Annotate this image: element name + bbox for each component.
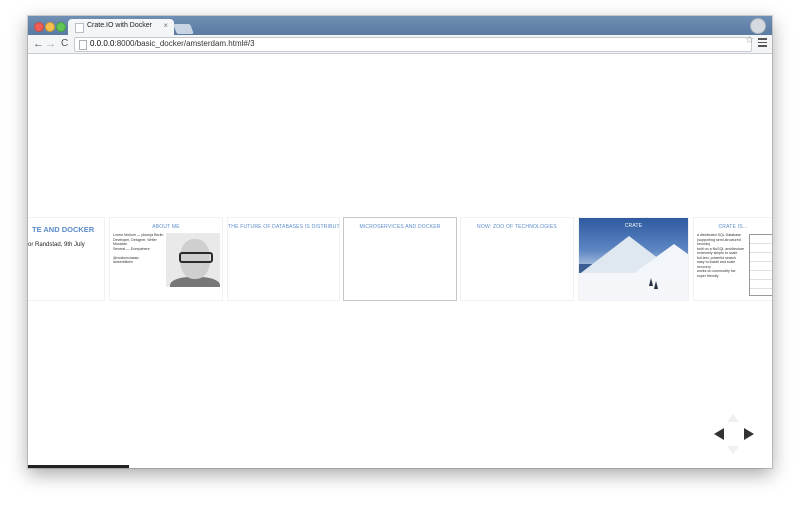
slide-overview-5[interactable]: NOW: ZOO OF TECHNOLOGIES (461, 218, 573, 300)
architecture-diagram (749, 234, 772, 296)
slide-overview-6[interactable]: CRATE (579, 218, 688, 300)
slide-title: TE AND DOCKER (32, 225, 95, 234)
url-text: 0.0.0.0:8000/basic_docker/amsterdam.html… (90, 39, 255, 48)
window-maximize-button[interactable] (56, 22, 66, 32)
slide-overview-1[interactable]: TE AND DOCKER or Randstad, 9th July (28, 218, 104, 300)
profile-avatar[interactable] (750, 18, 766, 34)
title-bar: Crate.IO with Docker × (28, 16, 772, 35)
slide-overview-4-current[interactable]: MICROSERVICES AND DOCKER (344, 218, 456, 300)
page-icon (79, 40, 87, 50)
tab-title: Crate.IO with Docker (87, 22, 152, 29)
arrow-up-icon[interactable] (727, 414, 739, 422)
slide-overview-3[interactable]: THE FUTURE OF DATABASES IS DISTRIBUTED (228, 218, 339, 300)
tab-close-icon[interactable]: × (163, 21, 168, 30)
browser-toolbar: ← → C 0.0.0.0:8000/basic_docker/amsterda… (28, 35, 772, 54)
arrow-left-icon[interactable] (714, 428, 724, 440)
presentation-viewport: TE AND DOCKER or Randstad, 9th July ABOU… (28, 54, 772, 468)
window-close-button[interactable] (34, 22, 44, 32)
slide-subtitle: or Randstad, 9th July (28, 242, 85, 248)
slide-overview-7[interactable]: CRATE IS... a distributed SQL Database (… (694, 218, 772, 300)
navigation-controls (712, 412, 756, 456)
slide-title: ABOUT ME (152, 224, 180, 230)
presentation-progress-bar (28, 465, 129, 468)
window-minimize-button[interactable] (45, 22, 55, 32)
slide-title: NOW: ZOO OF TECHNOLOGIES (477, 224, 557, 230)
slide-title: CRATE IS... (718, 224, 748, 230)
slide-title: CRATE (624, 223, 643, 229)
menu-icon[interactable] (758, 38, 767, 49)
arrow-down-icon[interactable] (727, 446, 739, 454)
slide-title: THE FUTURE OF DATABASES IS DISTRIBUTED (228, 224, 339, 230)
address-bar[interactable]: 0.0.0.0:8000/basic_docker/amsterdam.html… (74, 37, 752, 52)
slide-bio: Lorem Mollum — pkuerja Berlin Developer,… (113, 233, 164, 264)
bookmark-star-icon[interactable]: ☆ (745, 35, 754, 46)
slide-title: MICROSERVICES AND DOCKER (359, 224, 441, 230)
arrow-right-icon[interactable] (744, 428, 754, 440)
slide-overview-2[interactable]: ABOUT ME Lorem Mollum — pkuerja Berlin D… (110, 218, 222, 300)
browser-tab[interactable]: Crate.IO with Docker × (68, 19, 174, 35)
author-photo (166, 233, 220, 287)
forward-icon[interactable]: → (45, 37, 56, 51)
back-icon[interactable]: ← (33, 37, 44, 51)
reload-icon[interactable]: C (61, 37, 68, 51)
slide-body: a distributed SQL Database (supporting s… (697, 233, 745, 278)
page-icon (75, 23, 84, 33)
new-tab-button[interactable] (173, 24, 194, 34)
browser-window: Crate.IO with Docker × ← → C 0.0.0.0:800… (28, 16, 772, 468)
